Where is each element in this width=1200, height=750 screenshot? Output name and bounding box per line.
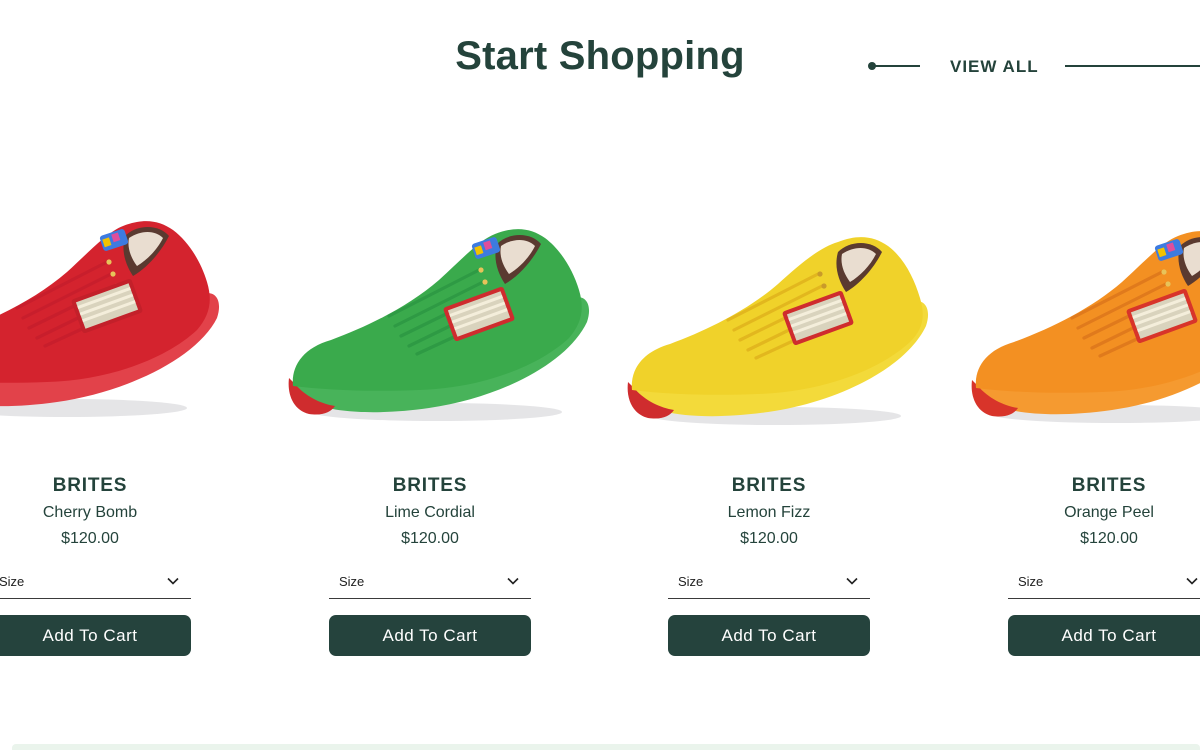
product-brand: BRITES <box>731 475 807 496</box>
size-select[interactable]: Size <box>329 568 531 599</box>
add-to-cart-button[interactable]: Add To Cart <box>668 615 870 656</box>
size-select-label: Size <box>678 574 704 589</box>
product-price: $120.00 <box>740 530 798 547</box>
product-card: BRITES Lemon Fizz $120.00 Size Add To Ca… <box>627 170 929 660</box>
product-card: BRITES Lime Cordial $120.00 Size Add To … <box>288 170 590 660</box>
add-to-cart-button[interactable]: Add To Cart <box>329 615 531 656</box>
product-brand: BRITES <box>1071 475 1147 496</box>
chevron-down-icon <box>846 577 858 585</box>
add-to-cart-button[interactable]: Add To Cart <box>0 615 191 656</box>
product-name[interactable]: Lime Cordial <box>329 504 531 522</box>
product-image-sneaker[interactable] <box>0 190 257 430</box>
view-all-control: VIEW ALL <box>866 56 1200 78</box>
product-name[interactable]: Lemon Fizz <box>668 504 870 522</box>
product-brand: BRITES <box>392 475 468 496</box>
add-to-cart-button[interactable]: Add To Cart <box>1008 615 1200 656</box>
divider-line-left <box>874 65 920 67</box>
product-card: BRITES Cherry Bomb $120.00 Size Add To C… <box>0 170 220 660</box>
product-card: BRITES Orange Peel $120.00 Size Add To C… <box>971 170 1200 660</box>
next-section-edge <box>12 744 1200 750</box>
size-select[interactable]: Size <box>1008 568 1200 599</box>
size-select-label: Size <box>0 574 25 589</box>
product-name[interactable]: Cherry Bomb <box>0 504 191 522</box>
product-image-sneaker[interactable] <box>916 190 1200 430</box>
chevron-down-icon <box>1186 577 1198 585</box>
size-select-label: Size <box>1018 574 1044 589</box>
product-price: $120.00 <box>401 530 459 547</box>
size-select[interactable]: Size <box>668 568 870 599</box>
product-image-sneaker[interactable] <box>237 190 597 430</box>
product-brand: BRITES <box>52 475 128 496</box>
product-carousel-section: Start Shopping VIEW ALL BRITES Cherry Bo… <box>0 0 1200 750</box>
product-price: $120.00 <box>61 530 119 547</box>
view-all-link[interactable]: VIEW ALL <box>950 57 1039 77</box>
size-select[interactable]: Size <box>0 568 191 599</box>
chevron-down-icon <box>167 577 179 585</box>
product-price: $120.00 <box>1080 530 1138 547</box>
product-name[interactable]: Orange Peel <box>1008 504 1200 522</box>
product-image-sneaker[interactable] <box>576 190 936 430</box>
size-select-label: Size <box>339 574 365 589</box>
chevron-down-icon <box>507 577 519 585</box>
divider-line-right <box>1065 65 1200 67</box>
